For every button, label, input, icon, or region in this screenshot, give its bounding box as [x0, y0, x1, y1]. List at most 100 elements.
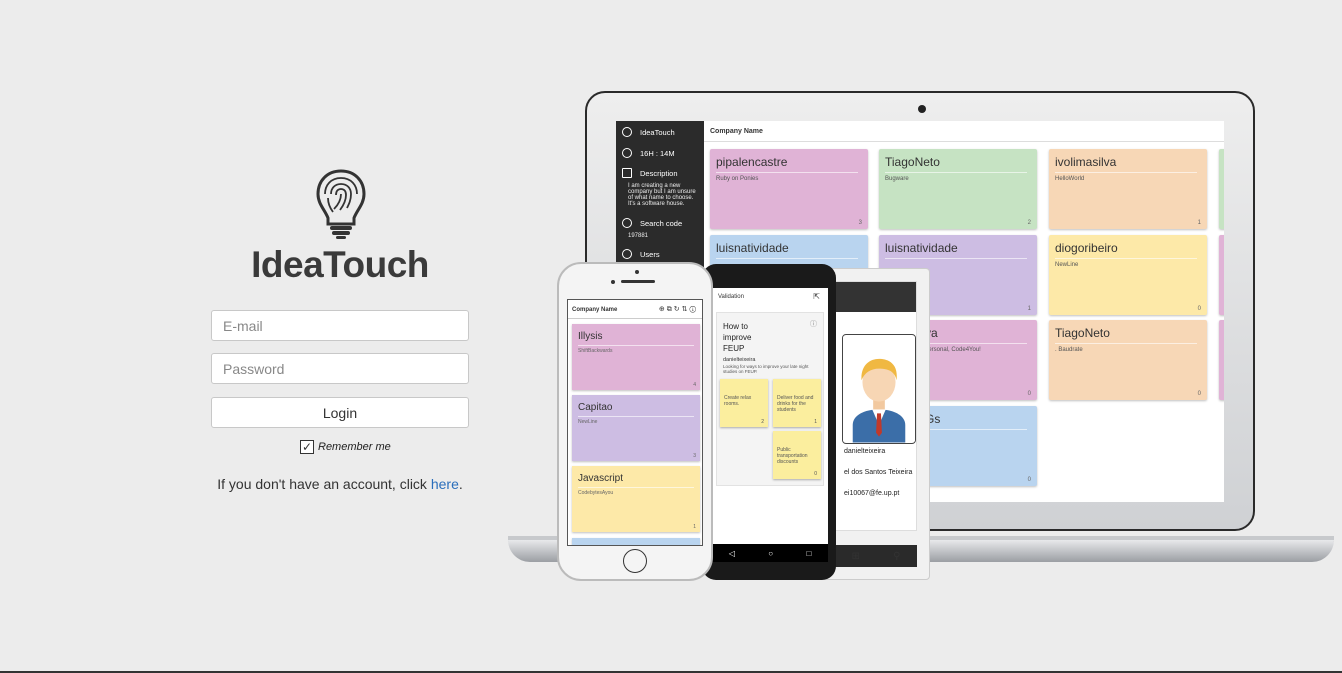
sidebar-app-label: IdeaTouch: [640, 127, 675, 137]
card-count: 0: [1197, 391, 1201, 397]
sidebar-search-label: Search code: [640, 218, 683, 228]
note-count: 1: [814, 419, 817, 425]
idea-card[interactable]: Capitao NewLine 3: [572, 395, 700, 461]
toolbar-icons[interactable]: ⊕⧉↻⇅ⓘ: [659, 305, 698, 314]
card-sub: personal, Code4You!: [925, 347, 981, 353]
sidebar-description: Description: [622, 168, 678, 178]
iphone-sensor: [611, 280, 615, 284]
wp-email: ei10067@fe.up.pt: [844, 490, 900, 497]
wp-nav-bar: ⊞ ⚲: [835, 545, 917, 567]
idea-card[interactable]: ivolimasilva HelloWorld 1: [1049, 149, 1207, 229]
email-field[interactable]: [211, 310, 469, 341]
card-sub: ShiftBackwards: [578, 348, 613, 354]
bulb-icon: [622, 218, 632, 228]
sidebar-app: IdeaTouch: [622, 127, 675, 137]
card-count: 4: [693, 382, 696, 388]
card-count: 3: [693, 453, 696, 459]
idea-card[interactable]: pipalencastre Ruby on Ponies 3: [710, 149, 868, 229]
users-icon: [622, 249, 632, 259]
card-count: 1: [1197, 220, 1201, 226]
note-count: 0: [814, 471, 817, 477]
sticky-note[interactable]: Deliver food and drinks for the students…: [773, 379, 821, 427]
card-title: luisnatividade: [885, 241, 958, 255]
wp-header-bar: [836, 282, 916, 312]
share-icon[interactable]: ⇱: [813, 292, 820, 301]
iphone-title: Company Name: [572, 307, 618, 313]
wp-fullname: el dos Santos Teixeira: [844, 469, 913, 476]
sidebar-time: 16H : 14M: [622, 148, 675, 158]
card-title: TiagoNeto: [885, 155, 940, 169]
sidebar-users: Users: [622, 249, 660, 259]
sidebar-description-text: I am creating a new company but I am uns…: [628, 183, 696, 207]
android-title: Validation: [718, 294, 744, 300]
idea-author: danielteixeira: [723, 357, 756, 363]
note-text: Public transportation discounts: [777, 447, 808, 465]
idea-card[interactable]: Javascript CodebytesAyou 1: [572, 466, 700, 532]
sidebar-search-code: 197881: [628, 233, 649, 239]
idea-detail-card: How to improve FEUP ⓘ danielteixeira Loo…: [716, 312, 824, 486]
idea-card-partial: [572, 538, 700, 545]
remember-label: Remember me: [318, 441, 391, 453]
brand-title: IdeaTouch: [251, 244, 429, 285]
bulb-icon: [622, 127, 632, 137]
card-sub: Bugware: [885, 176, 909, 182]
android-nav-bar: ◁ ○ □: [712, 544, 828, 562]
sidebar-users-label: Users: [640, 249, 660, 259]
card-title: Javascript: [578, 473, 624, 484]
screen-title: Company Name: [710, 128, 763, 135]
idea-card[interactable]: diogoribeiro NewLine 0: [1049, 235, 1207, 315]
idea-title: How to improve FEUP: [723, 322, 752, 353]
card-count: 1: [693, 524, 696, 530]
sticky-note[interactable]: Public transportation discounts 0: [773, 431, 821, 479]
note-count: 2: [761, 419, 764, 425]
idea-card[interactable]: Illysis ShiftBackwards 4: [572, 324, 700, 390]
remember-checkbox[interactable]: ✓: [300, 440, 314, 454]
screen-divider: [704, 141, 1224, 142]
card-count: 0: [1197, 306, 1201, 312]
idea-desc: Looking for ways to improve your late ni…: [723, 364, 809, 374]
iphone-screen: Company Name ⊕⧉↻⇅ⓘ Illysis ShiftBackwards…: [567, 299, 703, 546]
card-title: pipalencastre: [716, 155, 788, 169]
lightbulb-fingerprint-logo: [316, 169, 366, 239]
sticky-note[interactable]: Create relax rooms. 2: [720, 379, 768, 427]
card-sub: HelloWorld: [1055, 176, 1085, 182]
iphone-speaker: [621, 280, 655, 283]
login-button[interactable]: Login: [211, 397, 469, 428]
laptop-camera: [918, 105, 926, 113]
note-text: Deliver food and drinks for the students: [777, 395, 814, 413]
windows-phone-device: danielteixeira el dos Santos Teixeira ei…: [820, 268, 930, 580]
document-icon: [622, 168, 632, 178]
card-count: 0: [1027, 391, 1031, 397]
iphone-device: Company Name ⊕⧉↻⇅ⓘ Illysis ShiftBackwards…: [557, 262, 713, 581]
sidebar-description-label: Description: [640, 168, 678, 178]
recents-icon[interactable]: □: [806, 549, 811, 558]
note-text: Create relax rooms.: [724, 395, 752, 407]
idea-card-partial: [1219, 235, 1224, 315]
search-icon[interactable]: ⚲: [893, 551, 900, 562]
signup-end: .: [458, 476, 463, 492]
password-field[interactable]: [211, 353, 469, 384]
card-count: 1: [1027, 306, 1031, 312]
idea-card[interactable]: TiagoNeto . Baudrate 0: [1049, 320, 1207, 400]
iphone-home-button[interactable]: [623, 549, 647, 573]
idea-card[interactable]: TiagoNeto Bugware 2: [879, 149, 1037, 229]
card-sub: . Baudrate: [1055, 347, 1083, 353]
home-icon[interactable]: ○: [768, 549, 773, 558]
windows-icon[interactable]: ⊞: [852, 551, 860, 562]
card-count: 0: [1027, 477, 1031, 483]
android-device: Validation ⇱ How to improve FEUP ⓘ danie…: [702, 264, 836, 580]
card-title: TiagoNeto: [1055, 326, 1110, 340]
signup-link[interactable]: here: [431, 476, 459, 492]
card-sub: NewLine: [1055, 262, 1079, 268]
back-icon[interactable]: ◁: [729, 549, 735, 558]
windows-phone-screen: danielteixeira el dos Santos Teixeira ei…: [835, 281, 917, 531]
card-sub: CodebytesAyou: [578, 490, 614, 496]
info-icon[interactable]: ⓘ: [810, 319, 817, 329]
card-title: luisnatividade: [716, 241, 789, 255]
card-count: 2: [1027, 220, 1031, 226]
user-avatar-icon: [842, 334, 916, 444]
remember-me[interactable]: ✓ Remember me: [300, 440, 391, 454]
idea-card-partial: [1219, 320, 1224, 400]
card-title: Capitao: [578, 402, 613, 413]
wp-username: danielteixeira: [844, 448, 886, 455]
